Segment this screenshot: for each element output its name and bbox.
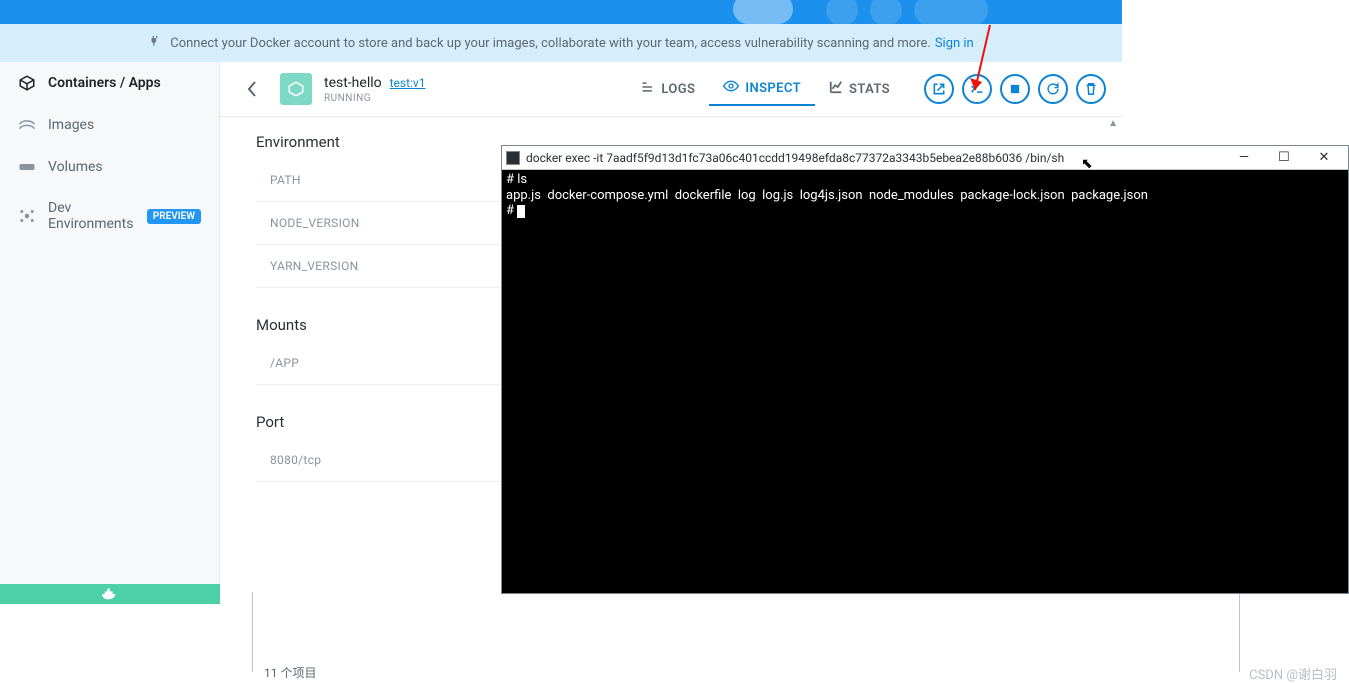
sidebar-item-containers[interactable]: Containers / Apps: [0, 62, 219, 104]
stop-button[interactable]: [1000, 74, 1030, 104]
sidebar-item-volumes[interactable]: Volumes: [0, 146, 219, 188]
header-pill-button[interactable]: [733, 0, 793, 24]
container-actions: [924, 74, 1106, 104]
volumes-icon: [18, 158, 36, 176]
sidebar-item-label: Volumes: [48, 159, 103, 175]
delete-button[interactable]: [1076, 74, 1106, 104]
content-header: test-hello test:v1 RUNNING LOGS INSPECT: [220, 62, 1122, 117]
tabs: LOGS INSPECT STATS: [627, 72, 904, 106]
open-browser-button[interactable]: [924, 74, 954, 104]
sidebar-item-label: Images: [48, 117, 94, 133]
header-circle-1[interactable]: [826, 0, 858, 26]
app-header: [0, 0, 1122, 24]
watermark: CSDN @谢白羽: [1249, 664, 1337, 683]
sidebar-item-label: Containers / Apps: [48, 75, 161, 91]
container-status: RUNNING: [324, 93, 425, 104]
cli-button[interactable]: [962, 74, 992, 104]
signin-banner: Connect your Docker account to store and…: [0, 24, 1122, 62]
sidebar-item-images[interactable]: Images: [0, 104, 219, 146]
restart-button[interactable]: [1038, 74, 1068, 104]
scroll-up-hint[interactable]: ▲: [1108, 118, 1118, 129]
close-button[interactable]: ✕: [1304, 146, 1344, 170]
back-button[interactable]: [236, 73, 268, 105]
header-circle-2[interactable]: [870, 0, 902, 26]
sidebar-item-label: Dev Environments: [48, 200, 141, 232]
inspect-icon: [723, 80, 739, 96]
plug-icon: [148, 34, 162, 52]
dev-env-icon: [18, 207, 36, 225]
terminal-cursor: [517, 205, 525, 218]
images-icon: [18, 116, 36, 134]
tab-stats[interactable]: STATS: [815, 72, 904, 106]
terminal-icon: [506, 151, 520, 165]
terminal-body[interactable]: # ls app.js docker-compose.yml dockerfil…: [502, 170, 1348, 221]
signin-link[interactable]: Sign in: [935, 36, 974, 51]
banner-text: Connect your Docker account to store and…: [170, 36, 931, 51]
sidebar-item-dev-env[interactable]: Dev Environments PREVIEW: [0, 188, 219, 244]
preview-badge: PREVIEW: [147, 209, 201, 224]
item-count: 11 个项目: [264, 664, 316, 681]
terminal-title: docker exec -it 7aadf5f9d13d1fc73a06c401…: [526, 151, 1064, 165]
bottom-panel-border: [252, 592, 1240, 672]
sidebar-bottom-bar[interactable]: [0, 584, 220, 604]
maximize-button[interactable]: ☐: [1264, 146, 1304, 170]
stats-icon: [829, 80, 843, 98]
minimize-button[interactable]: —: [1224, 146, 1264, 170]
whale-icon: [99, 586, 121, 602]
terminal-window: docker exec -it 7aadf5f9d13d1fc73a06c401…: [501, 145, 1349, 594]
tab-inspect[interactable]: INSPECT: [709, 72, 815, 106]
container-title-block: test-hello test:v1 RUNNING: [324, 75, 425, 104]
logs-icon: [641, 80, 655, 98]
container-name: test-hello: [324, 75, 382, 91]
sidebar: Containers / Apps Images Volumes Dev Env…: [0, 62, 220, 602]
tab-logs[interactable]: LOGS: [627, 72, 709, 106]
containers-icon: [18, 74, 36, 92]
container-tag-link[interactable]: test:v1: [390, 76, 426, 90]
container-icon: [280, 73, 312, 105]
terminal-titlebar[interactable]: docker exec -it 7aadf5f9d13d1fc73a06c401…: [502, 146, 1348, 170]
header-wide-button[interactable]: [914, 0, 988, 26]
